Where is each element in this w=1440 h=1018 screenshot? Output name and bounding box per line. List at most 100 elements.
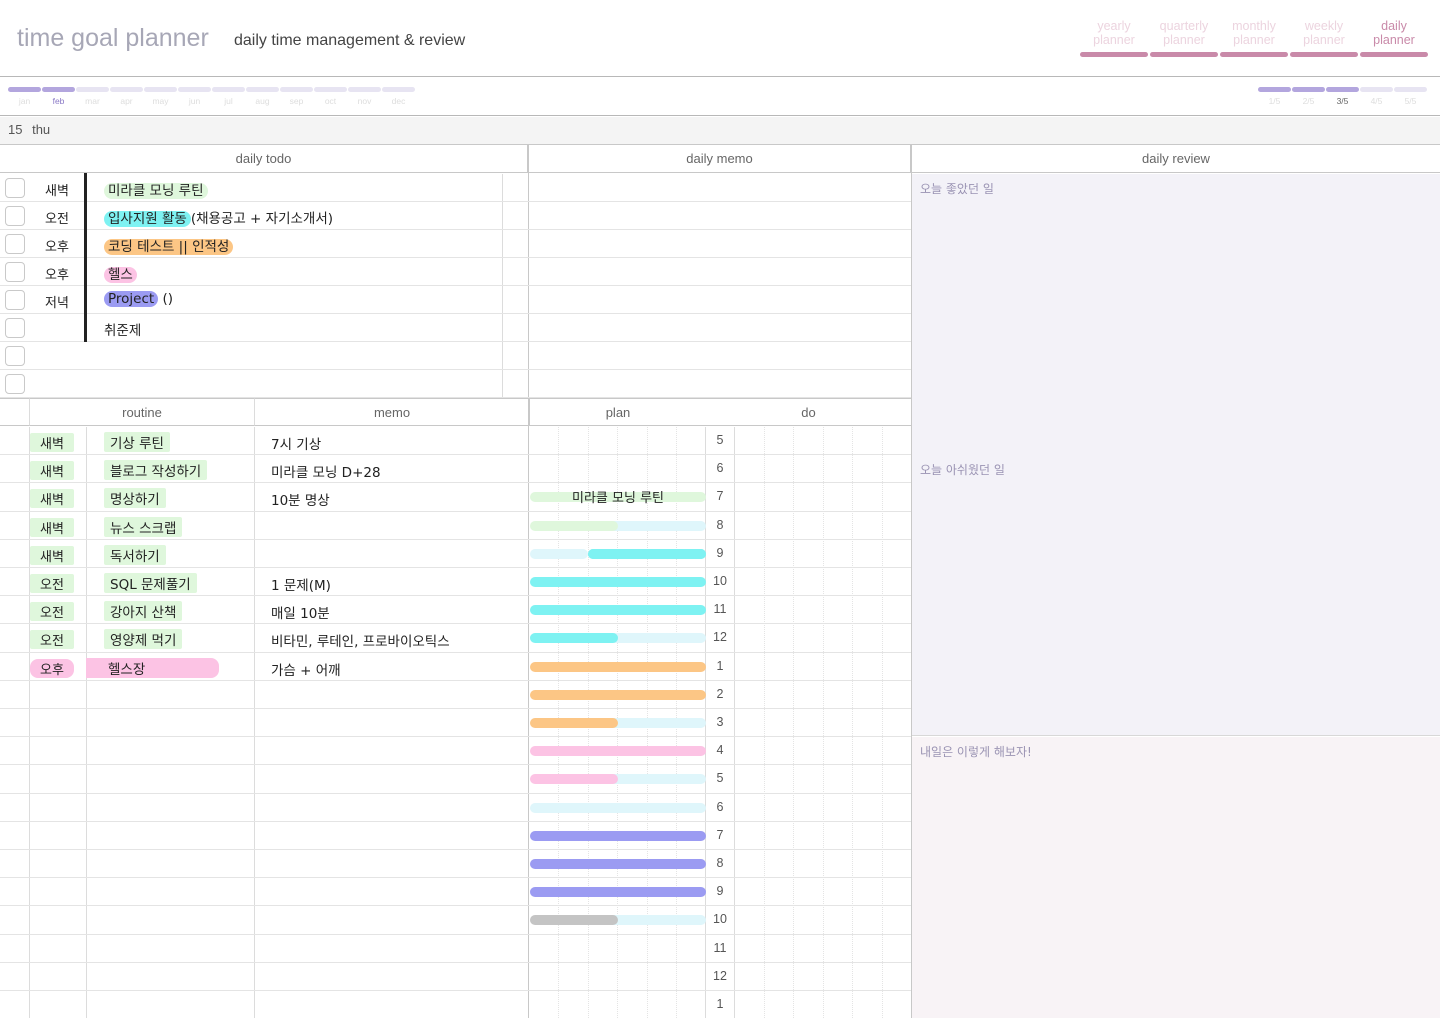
date-weekday: thu [32,122,51,137]
todo-label: 헬스 [104,267,137,283]
hour-label: 2 [716,686,724,701]
routine-row[interactable]: 새벽 블로그 작성하기 미라클 모닝 D+28 [0,455,528,483]
month-sep[interactable]: sep [280,87,313,106]
week-progress-bar [1394,87,1427,92]
hour-label: 3 [716,715,724,729]
week-2[interactable]: 2/5 [1292,87,1325,106]
todo-checkbox[interactable] [5,346,25,366]
planner-tab-daily[interactable]: daily planner [1360,19,1428,57]
todo-time: 오후 [45,268,69,283]
month-may[interactable]: may [144,87,177,106]
todo-text[interactable]: 헬스 [104,263,137,283]
memo-left-divider [528,145,529,1018]
month-dec[interactable]: dec [382,87,415,106]
month-oct[interactable]: oct [314,87,347,106]
routine-memo: 가슴 + 어깨 [271,662,341,679]
planner-tab-quarterly[interactable]: quarterly planner [1150,19,1218,57]
hour-label: 7 [716,827,724,842]
todo-time: 새벽 [45,184,69,199]
plan-bar[interactable] [530,746,706,757]
planner-tab-underline [1220,52,1288,57]
month-nov[interactable]: nov [348,87,381,106]
todo-checkbox[interactable] [5,290,25,310]
planner-tab-line1: weekly [1304,19,1344,33]
plan-bar[interactable] [530,718,618,728]
plan-bar[interactable] [530,887,706,898]
hour-label: 4 [716,743,724,758]
routine-row[interactable]: 오후 헬스장 가슴 + 어깨 [0,653,528,681]
todo-text[interactable]: 코딩 테스트 || 인적성 [104,235,234,255]
routine-row[interactable]: 새벽 뉴스 스크랩 [0,512,528,540]
month-label: nov [357,96,372,106]
routine-row[interactable]: 오전 영양제 먹기 비타민, 루테인, 프로바이오틱스 [0,624,528,652]
todo-checkbox[interactable] [5,178,25,198]
planner-tab-monthly[interactable]: monthly planner [1220,19,1288,57]
routine-row[interactable]: 새벽 독서하기 [0,540,528,568]
todo-checkbox[interactable] [5,206,25,226]
plan-bar[interactable] [530,520,618,531]
plan-bar[interactable] [530,633,618,644]
month-mar[interactable]: mar [76,87,109,106]
todo-text[interactable]: 취준제 [104,319,141,339]
planner-tab-yearly[interactable]: yearly planner [1080,19,1148,57]
week-3[interactable]: 3/5 [1326,87,1359,106]
routine-row[interactable]: 새벽 기상 루틴 7시 기상 [0,427,528,455]
routine-row[interactable]: 새벽 명상하기 10분 명상 [0,483,528,511]
todo-row: 취준제 [0,314,502,342]
hour-label: 8 [716,856,724,870]
todo-time: 오전 [45,212,69,227]
todo-text[interactable]: 입사지원 활동 (채용공고 + 자기소개서) [104,207,333,227]
plan-bar[interactable] [530,661,706,672]
grid-row-line [0,877,911,879]
month-jul[interactable]: jul [212,87,245,106]
plan-bar[interactable] [530,802,706,813]
planner-tab-underline [1360,52,1428,57]
plan-bar[interactable] [530,548,588,559]
plan-bar[interactable] [588,548,706,559]
grid-row-line [0,736,911,738]
week-5[interactable]: 5/5 [1394,87,1427,106]
todo-text[interactable]: 미라클 모닝 루틴 [104,179,208,199]
todo-checkbox[interactable] [5,234,25,254]
routine-row[interactable]: 오전 강아지 산책 매일 10분 [0,596,528,624]
routine-name: 영양제 먹기 [104,629,183,650]
routine-row[interactable]: 오전 SQL 문제풀기 1 문제(M) [0,568,528,596]
month-apr[interactable]: apr [110,87,143,106]
month-aug[interactable]: aug [246,87,279,106]
hour-label: 7 [716,489,724,504]
month-feb[interactable]: feb [42,87,75,106]
month-progress-bar [348,87,381,92]
routine-time: 오전 [30,574,74,593]
review-tomorrow-panel[interactable]: 내일은 이렇게 해보자! [912,737,1440,1018]
todo-row: 오전 입사지원 활동 (채용공고 + 자기소개서) [0,202,502,230]
plan-bar[interactable] [530,915,618,926]
app-subtitle: daily time management & review [234,32,466,49]
hour-label: 9 [716,884,724,899]
week-progress-bar [1360,87,1393,92]
plan-bar[interactable] [530,605,706,616]
grid-vline-hour-right [734,427,735,1018]
week-1[interactable]: 1/5 [1258,87,1291,106]
app-header: time goal planner daily time management … [0,0,1440,77]
grid-row-line [0,933,911,935]
plan-bar[interactable] [530,577,706,587]
month-jan[interactable]: jan [8,87,41,106]
week-progress-bar [1292,87,1325,92]
plan-bar[interactable] [530,830,706,841]
todo-checkbox[interactable] [5,262,25,282]
todo-checkbox[interactable] [5,318,25,338]
hour-label: 12 [713,968,727,983]
plan-bar[interactable] [530,689,706,700]
hour-label: 6 [716,799,724,814]
month-jun[interactable]: jun [178,87,211,106]
review-regret-panel[interactable]: 오늘 아쉬웠던 일 [912,455,1440,736]
week-label: 3/5 [1336,96,1349,106]
plan-bar[interactable] [530,774,618,785]
planner-tab-line2: planner [1303,33,1345,47]
planner-tab-weekly[interactable]: weekly planner [1290,19,1358,57]
todo-text[interactable]: Project () [104,291,173,307]
todo-checkbox[interactable] [5,374,25,394]
plan-bar[interactable] [530,859,706,869]
week-4[interactable]: 4/5 [1360,87,1393,106]
review-good-panel[interactable]: 오늘 좋았던 일 [912,174,1440,455]
